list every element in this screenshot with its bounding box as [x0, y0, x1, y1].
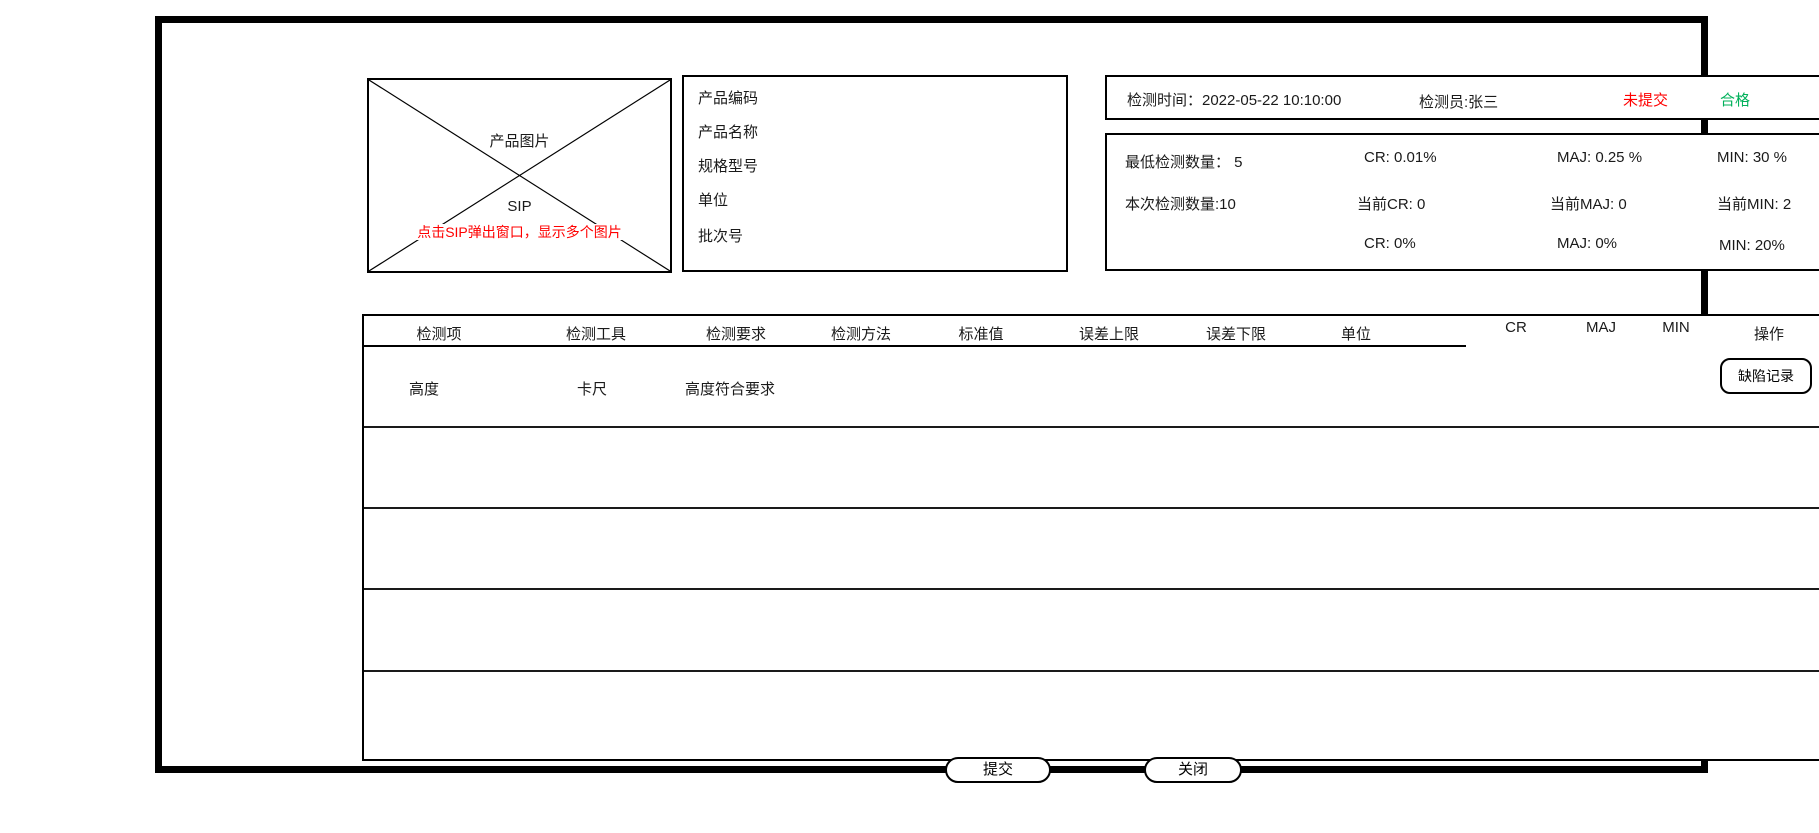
- col-header-requirement: 检测要求: [706, 323, 766, 344]
- row-divider: [364, 588, 1819, 590]
- submit-button[interactable]: 提交: [945, 757, 1051, 783]
- dialog-frame: 产品图片 SIP 点击SIP弹出窗口，显示多个图片 产品编码 产品名称 规格型号…: [155, 16, 1708, 773]
- field-label-spec-model: 规格型号: [698, 155, 758, 176]
- sip-hint-text: 点击SIP弹出窗口，显示多个图片: [369, 222, 670, 242]
- field-label-batch-number: 批次号: [698, 225, 743, 246]
- cell-requirement: 高度符合要求: [685, 378, 775, 399]
- col-header-standard: 标准值: [958, 323, 1003, 344]
- col-header-upper-tol: 误差上限: [1079, 323, 1139, 344]
- col-header-action: 操作: [1754, 323, 1784, 344]
- inspector-name: 检测员:张三: [1419, 91, 1498, 112]
- stat-maj-rate: MAJ: 0%: [1557, 235, 1617, 252]
- product-info-panel: 产品编码 产品名称 规格型号 单位 批次号: [682, 75, 1068, 272]
- col-header-maj: MAJ: [1586, 319, 1616, 336]
- col-header-item: 检测项: [416, 323, 461, 344]
- stat-current-maj: 当前MAJ: 0: [1550, 193, 1627, 214]
- col-header-lower-tol: 误差下限: [1206, 323, 1266, 344]
- stat-maj-limit: MAJ: 0.25 %: [1557, 149, 1642, 166]
- aql-stats-panel: 最低检测数量： 5 CR: 0.01% MAJ: 0.25 % MIN: 30 …: [1105, 133, 1819, 271]
- close-button[interactable]: 关闭: [1144, 757, 1242, 783]
- image-placeholder-cross-icon: [369, 80, 670, 271]
- inspection-header-panel: 检测时间：2022-05-22 10:10:00 检测员:张三 未提交 合格: [1105, 75, 1819, 120]
- field-label-unit: 单位: [698, 189, 728, 210]
- stat-current-min: 当前MIN: 2: [1717, 193, 1791, 214]
- stat-min-sample-qty: 最低检测数量： 5: [1125, 151, 1243, 172]
- sip-link[interactable]: SIP: [369, 198, 670, 215]
- col-header-min: MIN: [1662, 319, 1690, 336]
- field-label-product-code: 产品编码: [698, 87, 758, 108]
- stat-min-rate: MIN: 20%: [1719, 237, 1785, 254]
- defect-record-button[interactable]: 缺陷记录: [1720, 358, 1812, 394]
- stat-cr-rate: CR: 0%: [1364, 235, 1416, 252]
- submit-status-badge: 未提交: [1623, 89, 1668, 110]
- cell-tool: 卡尺: [577, 378, 607, 399]
- field-label-product-name: 产品名称: [698, 121, 758, 142]
- header-underline: [364, 345, 1466, 347]
- inspection-items-table: 检测项 检测工具 检测要求 检测方法 标准值 误差上限 误差下限 单位 CR M…: [362, 314, 1819, 761]
- stat-current-cr: 当前CR: 0: [1357, 193, 1425, 214]
- inspection-time: 检测时间：2022-05-22 10:10:00: [1127, 89, 1341, 110]
- row-divider: [364, 426, 1819, 428]
- col-header-cr: CR: [1505, 319, 1527, 336]
- stat-cr-limit: CR: 0.01%: [1364, 149, 1437, 166]
- col-header-tool: 检测工具: [566, 323, 626, 344]
- row-divider: [364, 670, 1819, 672]
- stat-current-sample-qty: 本次检测数量:10: [1125, 193, 1236, 214]
- row-divider: [364, 507, 1819, 509]
- cell-item: 高度: [409, 378, 439, 399]
- product-image-label: 产品图片: [369, 130, 670, 151]
- col-header-method: 检测方法: [831, 323, 891, 344]
- product-image-placeholder[interactable]: 产品图片 SIP 点击SIP弹出窗口，显示多个图片: [367, 78, 672, 273]
- result-status-badge: 合格: [1720, 89, 1750, 110]
- stat-min-limit: MIN: 30 %: [1717, 149, 1787, 166]
- col-header-unit: 单位: [1341, 323, 1371, 344]
